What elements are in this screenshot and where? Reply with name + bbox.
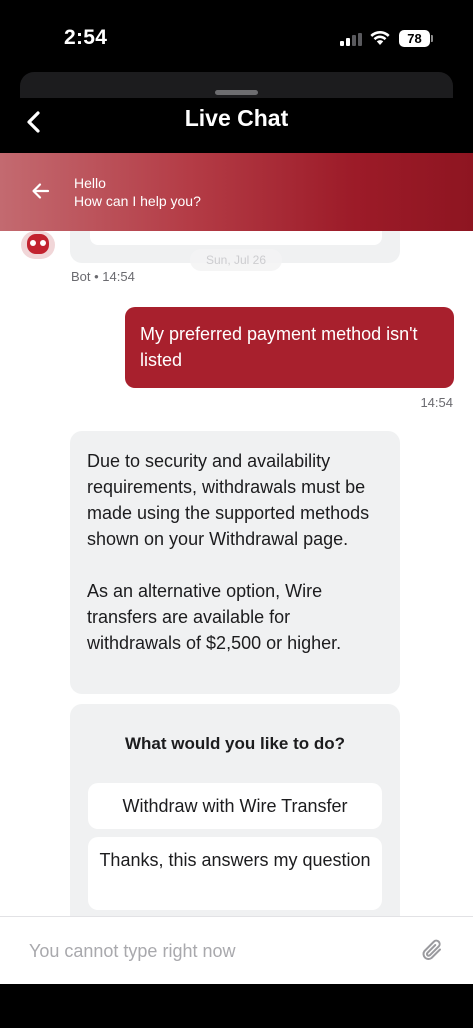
banner-prompt: How can I help you? [74, 193, 201, 209]
message-input[interactable]: You cannot type right now [29, 941, 235, 962]
date-chip: Sun, Jul 26 [190, 249, 282, 271]
greeting-banner: Hello How can I help you? [0, 153, 473, 231]
options-title: What would you like to do? [124, 734, 346, 753]
user-message-bubble: My preferred payment method isn't listed [125, 307, 454, 388]
bot-message-paragraph: Due to security and availability require… [87, 451, 370, 549]
chat-area[interactable]: Sun, Jul 26 Bot • 14:54 My preferred pay… [0, 231, 473, 916]
paperclip-icon[interactable] [420, 937, 446, 965]
home-indicator-area [0, 984, 473, 1028]
sheet-grabber[interactable] [215, 90, 258, 95]
answers-question-button[interactable]: Thanks, this answers my question [88, 837, 382, 910]
bot-avatar-icon [21, 231, 55, 259]
arrow-left-icon[interactable] [28, 178, 54, 204]
wifi-icon [370, 30, 390, 45]
signal-icon [340, 33, 362, 46]
status-bar: 2:54 78 [0, 0, 473, 72]
page-title: Live Chat [184, 105, 289, 131]
battery-icon: 78 [399, 30, 430, 47]
banner-greeting: Hello [74, 175, 106, 191]
nav-header: Live Chat [0, 98, 473, 153]
bot-message-paragraph: As an alternative option, Wire transfers… [87, 581, 342, 653]
message-input-bar: You cannot type right now [0, 916, 473, 984]
user-timestamp: 14:54 [420, 395, 453, 410]
bot-message-bubble: Due to security and availability require… [70, 431, 400, 694]
bot-timestamp: Bot • 14:54 [71, 269, 135, 284]
previous-option-card [90, 231, 382, 245]
options-card: What would you like to do? Withdraw with… [70, 704, 400, 916]
withdraw-wire-transfer-button[interactable]: Withdraw with Wire Transfer [88, 783, 382, 829]
battery-cap [431, 35, 433, 42]
status-time: 2:54 [64, 26, 108, 49]
